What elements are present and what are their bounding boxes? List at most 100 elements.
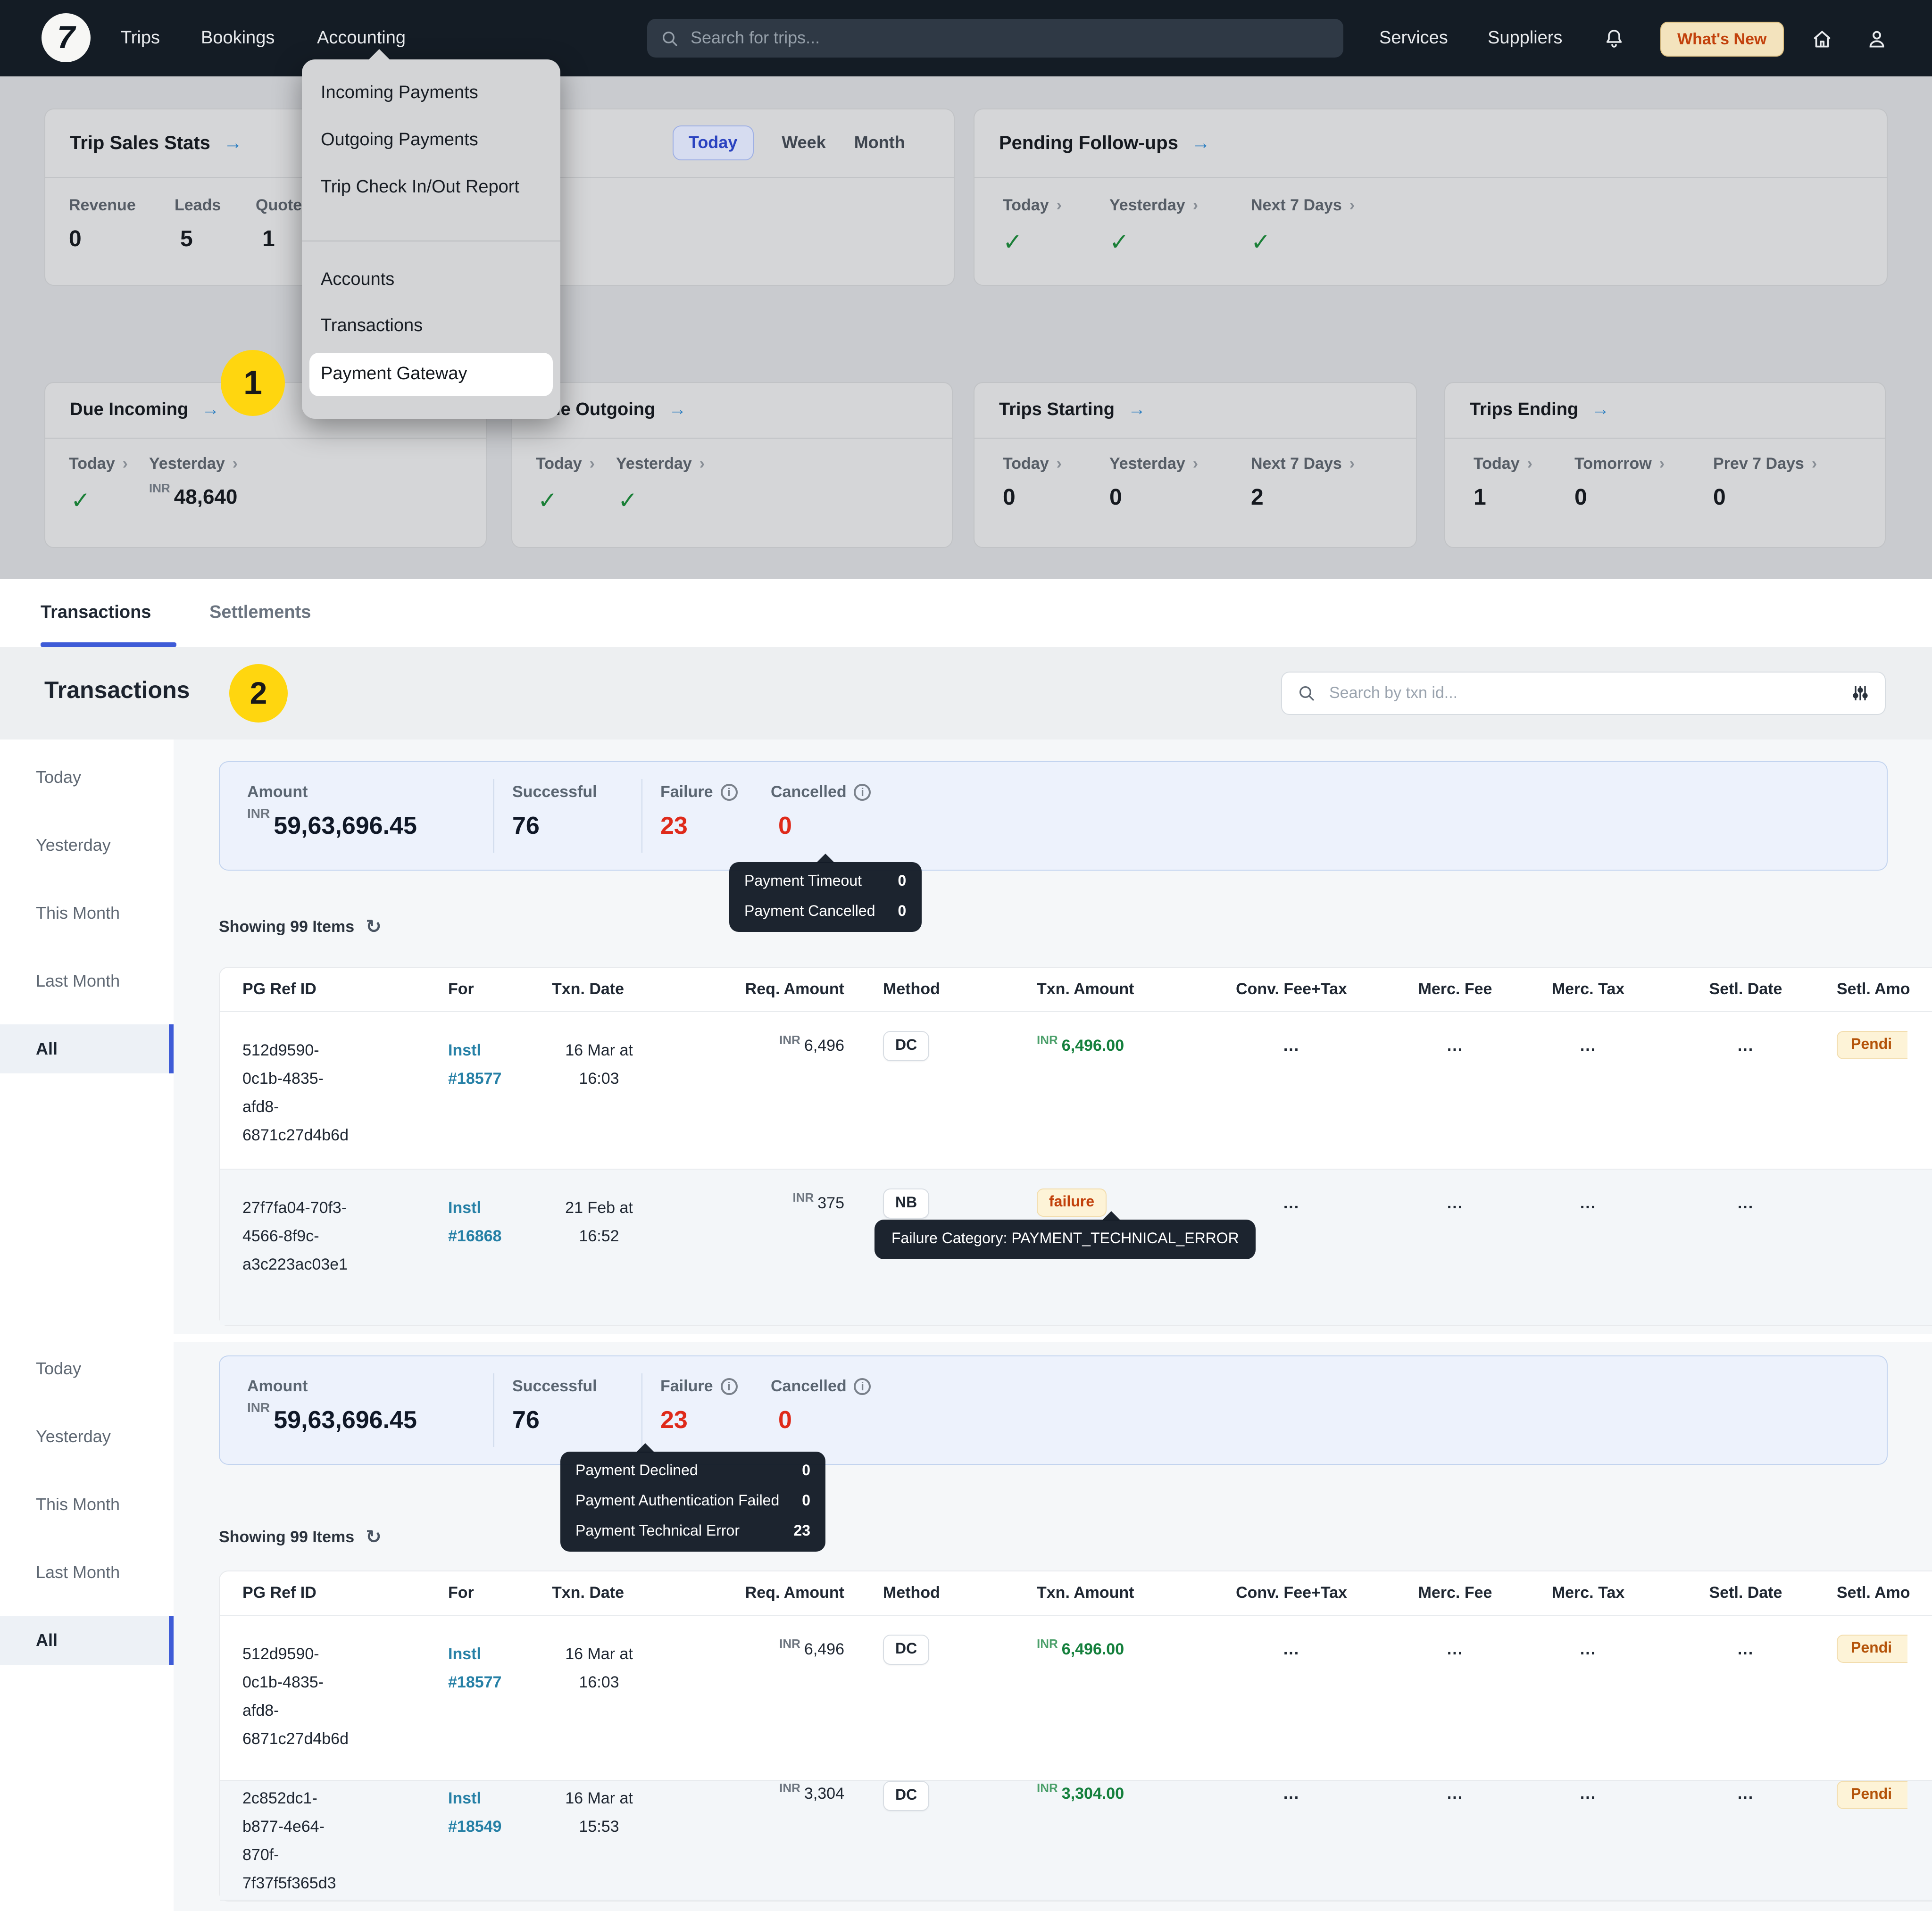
refresh-icon[interactable] [366,1525,382,1549]
sidebar-item-last-month[interactable]: Last Month [0,956,174,1005]
followup-col[interactable]: Next 7 Days [1251,196,1355,215]
check-icon [618,487,638,515]
due-outgoing-yesterday[interactable]: Yesterday [616,455,705,474]
sidebar-item-all[interactable]: All [0,1616,174,1665]
method: DC [883,1781,1015,1811]
range-today[interactable]: Today [673,125,753,160]
table-row[interactable]: 512d9590-0c1b-4835-afd8-6871c27d4b6d Ins… [220,1012,1932,1170]
sidebar-item-this-month[interactable]: This Month [0,1480,174,1529]
cancelled-label: Cancelled [771,1377,871,1396]
check-icon [538,487,558,515]
divider [493,779,494,853]
whats-new-button[interactable]: What's New [1660,22,1783,57]
table-row[interactable]: 512d9590-0c1b-4835-afd8-6871c27d4b6d Ins… [220,1616,1932,1781]
col-header: Setl. Date [1655,980,1837,999]
sidebar-item-today[interactable]: Today [0,753,174,802]
table-row[interactable]: 2c852dc1-b877-4e64-870f-7f37f5f365d3 Ins… [220,1781,1932,1901]
nav-item-suppliers[interactable]: Suppliers [1488,0,1562,76]
due-incoming-arrow-icon[interactable] [201,400,219,421]
trips-ending-col[interactable]: Prev 7 Days [1713,455,1817,474]
search-icon [660,29,679,48]
due-incoming-yesterday[interactable]: Yesterday [149,455,238,474]
table-header-row: PG Ref ID For Txn. Date Req. Amount Meth… [220,968,1932,1012]
pending-badge: Pendi [1837,1635,1907,1663]
trips-starting-col[interactable]: Yesterday [1109,455,1198,474]
tab-transactions[interactable]: Transactions [41,579,151,647]
installment-link[interactable]: Instl#18549 [448,1785,552,1841]
panel-content: Amount INR59,63,696.45 Successful 76 Fai… [174,1342,1932,1911]
pending-followups-arrow-icon[interactable] [1191,133,1210,154]
tab-settlements[interactable]: Settlements [209,579,311,647]
date-filter-sidebar: Today Yesterday This Month Last Month Al… [0,739,174,1334]
due-outgoing-today[interactable]: Today [536,455,595,474]
txn-search[interactable] [1281,672,1886,715]
trip-search-input[interactable] [689,27,1296,49]
info-icon[interactable] [854,784,871,801]
brand-logo-icon[interactable]: 7 [42,13,91,62]
range-month[interactable]: Month [854,133,905,153]
trips-starting-col[interactable]: Next 7 Days [1251,455,1355,474]
col-header: Method [883,980,1015,999]
profile-icon[interactable] [1860,23,1892,55]
sidebar-item-today[interactable]: Today [0,1344,174,1393]
notifications-bell-icon[interactable] [1598,23,1630,55]
installment-link[interactable]: Instl#18577 [448,1640,552,1697]
setl-amount: Pendi [1837,1781,1932,1809]
merc-fee: ... [1389,1194,1522,1213]
showing-items: Showing 99 Items [219,915,382,939]
merc-tax: ... [1522,1640,1655,1659]
due-incoming-today[interactable]: Today [69,455,128,474]
trips-ending-col[interactable]: Today [1474,455,1532,474]
menu-item-transactions[interactable]: Transactions [302,304,560,349]
showing-items: Showing 99 Items [219,1525,382,1549]
conv-fee: ... [1194,1785,1389,1803]
trip-search[interactable] [647,19,1343,58]
installment-link[interactable]: Instl#18577 [448,1037,552,1093]
method: DC [883,1031,1015,1061]
menu-item-accounts[interactable]: Accounts [302,258,560,303]
menu-item-incoming-payments[interactable]: Incoming Payments [302,71,560,116]
sidebar-item-yesterday[interactable]: Yesterday [0,821,174,870]
menu-item-payment-gateway[interactable]: Payment Gateway [309,353,553,396]
menu-item-trip-checkinout-report[interactable]: Trip Check In/Out Report [302,165,560,210]
method-badge: NB [883,1188,929,1219]
trip-sales-arrow-icon[interactable] [224,133,242,154]
page-title: Transactions [44,677,190,705]
info-icon[interactable] [721,1378,738,1395]
sidebar-item-all[interactable]: All [0,1024,174,1073]
failure-badge[interactable]: failure [1037,1188,1107,1217]
info-icon[interactable] [854,1378,871,1395]
sidebar-item-this-month[interactable]: This Month [0,889,174,938]
successful-label: Successful [512,1377,597,1396]
followup-col[interactable]: Today [1003,196,1062,215]
due-outgoing-card: Due Outgoing Today Yesterday [511,382,953,548]
followup-col[interactable]: Yesterday [1109,196,1198,215]
refresh-icon[interactable] [366,915,382,939]
txn-search-input[interactable] [1327,683,1851,704]
col-header: Txn. Amount [1037,1584,1207,1603]
due-outgoing-arrow-icon[interactable] [668,400,686,421]
nav-item-trips[interactable]: Trips [121,0,160,76]
col-header: Method [883,1584,1015,1603]
range-week[interactable]: Week [782,133,825,153]
menu-item-outgoing-payments[interactable]: Outgoing Payments [302,118,560,163]
nav-item-services[interactable]: Services [1379,0,1448,76]
trip-sales-title: Trip Sales Stats [70,133,210,154]
pg-ref-id: 27f7fa04-70f3-4566-8f9c-a3c223ac03e1 [242,1194,354,1279]
filter-sliders-icon[interactable] [1851,684,1870,703]
amount-label: Amount [247,783,308,802]
sidebar-item-last-month[interactable]: Last Month [0,1548,174,1597]
info-icon[interactable] [721,784,738,801]
sidebar-item-yesterday[interactable]: Yesterday [0,1412,174,1461]
trips-starting-arrow-icon[interactable] [1128,400,1146,421]
home-icon[interactable] [1806,23,1838,55]
trips-ending-col[interactable]: Tomorrow [1574,455,1665,474]
installment-link[interactable]: Instl#16868 [448,1194,552,1251]
nav-item-bookings[interactable]: Bookings [201,0,275,76]
merc-fee: ... [1389,1785,1522,1803]
trips-starting-value: 2 [1251,485,1264,511]
trips-starting-col[interactable]: Today [1003,455,1062,474]
trips-ending-arrow-icon[interactable] [1591,400,1609,421]
pending-badge: Pendi [1837,1031,1907,1059]
annotation-step-1: 1 [221,350,285,416]
